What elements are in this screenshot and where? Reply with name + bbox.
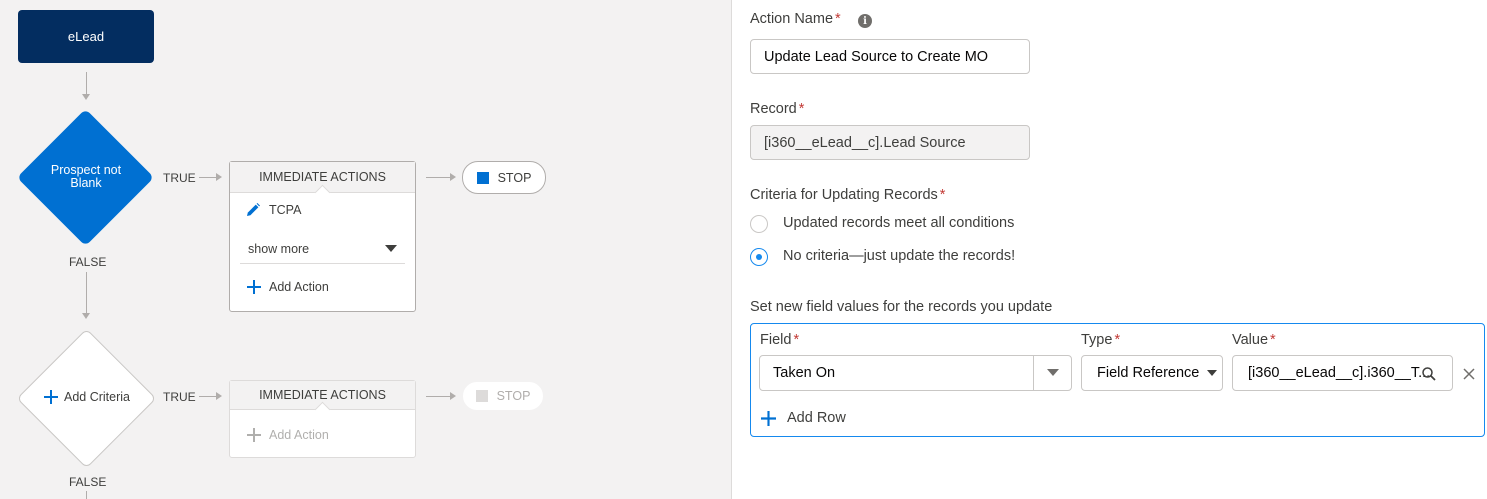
criteria-label-text: Criteria for Updating Records xyxy=(750,187,938,203)
immediate-actions-title: IMMEDIATE ACTIONS xyxy=(259,388,386,402)
required-marker: * xyxy=(835,11,841,27)
type-value: Field Reference xyxy=(1097,365,1200,381)
stop-node[interactable]: STOP xyxy=(462,381,544,411)
value-value: [i360__eLead__c].i360__T... xyxy=(1248,365,1431,381)
connector xyxy=(426,396,451,397)
add-action-button[interactable]: Add Action xyxy=(247,428,329,442)
arrow-icon xyxy=(450,173,456,181)
record-value: [i360__eLead__c].Lead Source xyxy=(764,134,966,151)
add-row-label: Add Row xyxy=(787,410,846,426)
field-combobox[interactable]: Taken On xyxy=(759,355,1072,391)
record-label: Record * xyxy=(750,101,804,117)
pencil-icon xyxy=(247,203,260,216)
stop-label: STOP xyxy=(496,389,531,403)
action-name-label: Action Name * xyxy=(750,11,841,27)
required-marker: * xyxy=(798,101,805,117)
true-label: TRUE xyxy=(163,390,196,404)
field-values-box: Field * Type * Value * Taken On Field Refer… xyxy=(750,323,1485,437)
stop-icon xyxy=(475,390,488,402)
caret-down-icon xyxy=(385,244,397,252)
record-label-text: Record xyxy=(750,101,797,117)
add-criteria-button[interactable]: Add Criteria xyxy=(38,390,136,404)
connector xyxy=(86,272,87,314)
caret-down-icon xyxy=(1046,369,1059,376)
arrow-icon xyxy=(450,392,456,400)
stop-label: STOP xyxy=(497,170,532,185)
arrow-icon xyxy=(216,392,222,400)
connector xyxy=(86,491,87,499)
connector xyxy=(199,396,217,397)
action-name-value: Update Lead Source to Create MO xyxy=(764,48,989,65)
type-header: Type * xyxy=(1081,332,1120,348)
process-canvas: eLead Prospect not Blank TRUE FALSE IMME… xyxy=(0,0,731,499)
set-values-label: Set new field values for the records you… xyxy=(750,299,1053,315)
radio-no-criteria-label: No criteria—just update the records! xyxy=(783,248,1016,264)
plus-icon xyxy=(247,280,261,294)
plus-icon xyxy=(761,410,776,426)
connector xyxy=(426,177,451,178)
action-name-label-text: Action Name xyxy=(750,11,834,27)
false-label: FALSE xyxy=(69,255,107,269)
connector xyxy=(86,72,87,94)
immediate-actions-header: IMMEDIATE ACTIONS xyxy=(230,162,415,201)
info-icon[interactable]: i xyxy=(858,14,872,28)
add-criteria-label: Add Criteria xyxy=(64,390,130,404)
record-field[interactable]: [i360__eLead__c].Lead Source xyxy=(750,125,1030,160)
stop-node[interactable]: STOP xyxy=(462,161,546,194)
true-label: TRUE xyxy=(163,171,196,185)
stop-icon xyxy=(476,171,489,184)
notch xyxy=(314,401,330,418)
close-icon[interactable] xyxy=(1463,368,1475,380)
add-action-button[interactable]: Add Action xyxy=(247,280,329,294)
value-header: Value * xyxy=(1232,332,1276,348)
immediate-actions-panel: IMMEDIATE ACTIONS Add Action xyxy=(229,380,416,458)
action-item-label: TCPA xyxy=(269,203,302,217)
false-label: FALSE xyxy=(69,475,107,489)
plus-icon xyxy=(44,390,58,404)
required-marker: * xyxy=(1270,332,1276,348)
immediate-actions-panel: IMMEDIATE ACTIONS TCPA show more Add Act… xyxy=(229,161,416,312)
action-item[interactable]: TCPA xyxy=(245,202,301,218)
immediate-actions-title: IMMEDIATE ACTIONS xyxy=(259,170,386,184)
field-header-text: Field xyxy=(760,332,792,348)
radio-all-conditions-label: Updated records meet all conditions xyxy=(783,215,1015,231)
field-value: Taken On xyxy=(773,365,836,381)
type-select[interactable]: Field Reference xyxy=(1081,355,1223,391)
radio-all-conditions[interactable] xyxy=(750,215,768,233)
add-action-label: Add Action xyxy=(269,280,329,294)
connector xyxy=(199,177,217,178)
start-node[interactable]: eLead xyxy=(18,10,154,63)
show-more-toggle[interactable]: show more xyxy=(240,234,405,264)
type-header-text: Type xyxy=(1081,332,1113,348)
value-lookup-input[interactable]: [i360__eLead__c].i360__T... xyxy=(1232,355,1453,391)
criteria-label: Prospect not Blank xyxy=(50,163,122,190)
value-header-text: Value xyxy=(1232,332,1269,348)
action-name-input[interactable]: Update Lead Source to Create MO xyxy=(750,39,1030,74)
radio-no-criteria[interactable] xyxy=(750,248,768,266)
plus-icon xyxy=(247,428,261,442)
criteria-label: Criteria for Updating Records * xyxy=(750,187,945,203)
field-header: Field * xyxy=(760,332,799,348)
arrow-icon xyxy=(82,313,90,319)
notch xyxy=(314,184,330,201)
required-marker: * xyxy=(1114,332,1121,348)
field-dropdown-button[interactable] xyxy=(1033,356,1071,390)
caret-down-icon xyxy=(1207,370,1217,376)
action-properties-panel: Action Name * i Update Lead Source to Cre… xyxy=(732,0,1487,499)
required-marker: * xyxy=(793,332,800,348)
immediate-actions-header: IMMEDIATE ACTIONS xyxy=(230,381,415,418)
arrow-icon xyxy=(216,173,222,181)
add-action-label: Add Action xyxy=(269,428,329,442)
show-more-label: show more xyxy=(248,241,310,256)
add-row-button[interactable]: Add Row xyxy=(761,410,846,426)
required-marker: * xyxy=(939,187,946,203)
arrow-icon xyxy=(82,94,90,100)
search-icon[interactable] xyxy=(1422,367,1436,381)
